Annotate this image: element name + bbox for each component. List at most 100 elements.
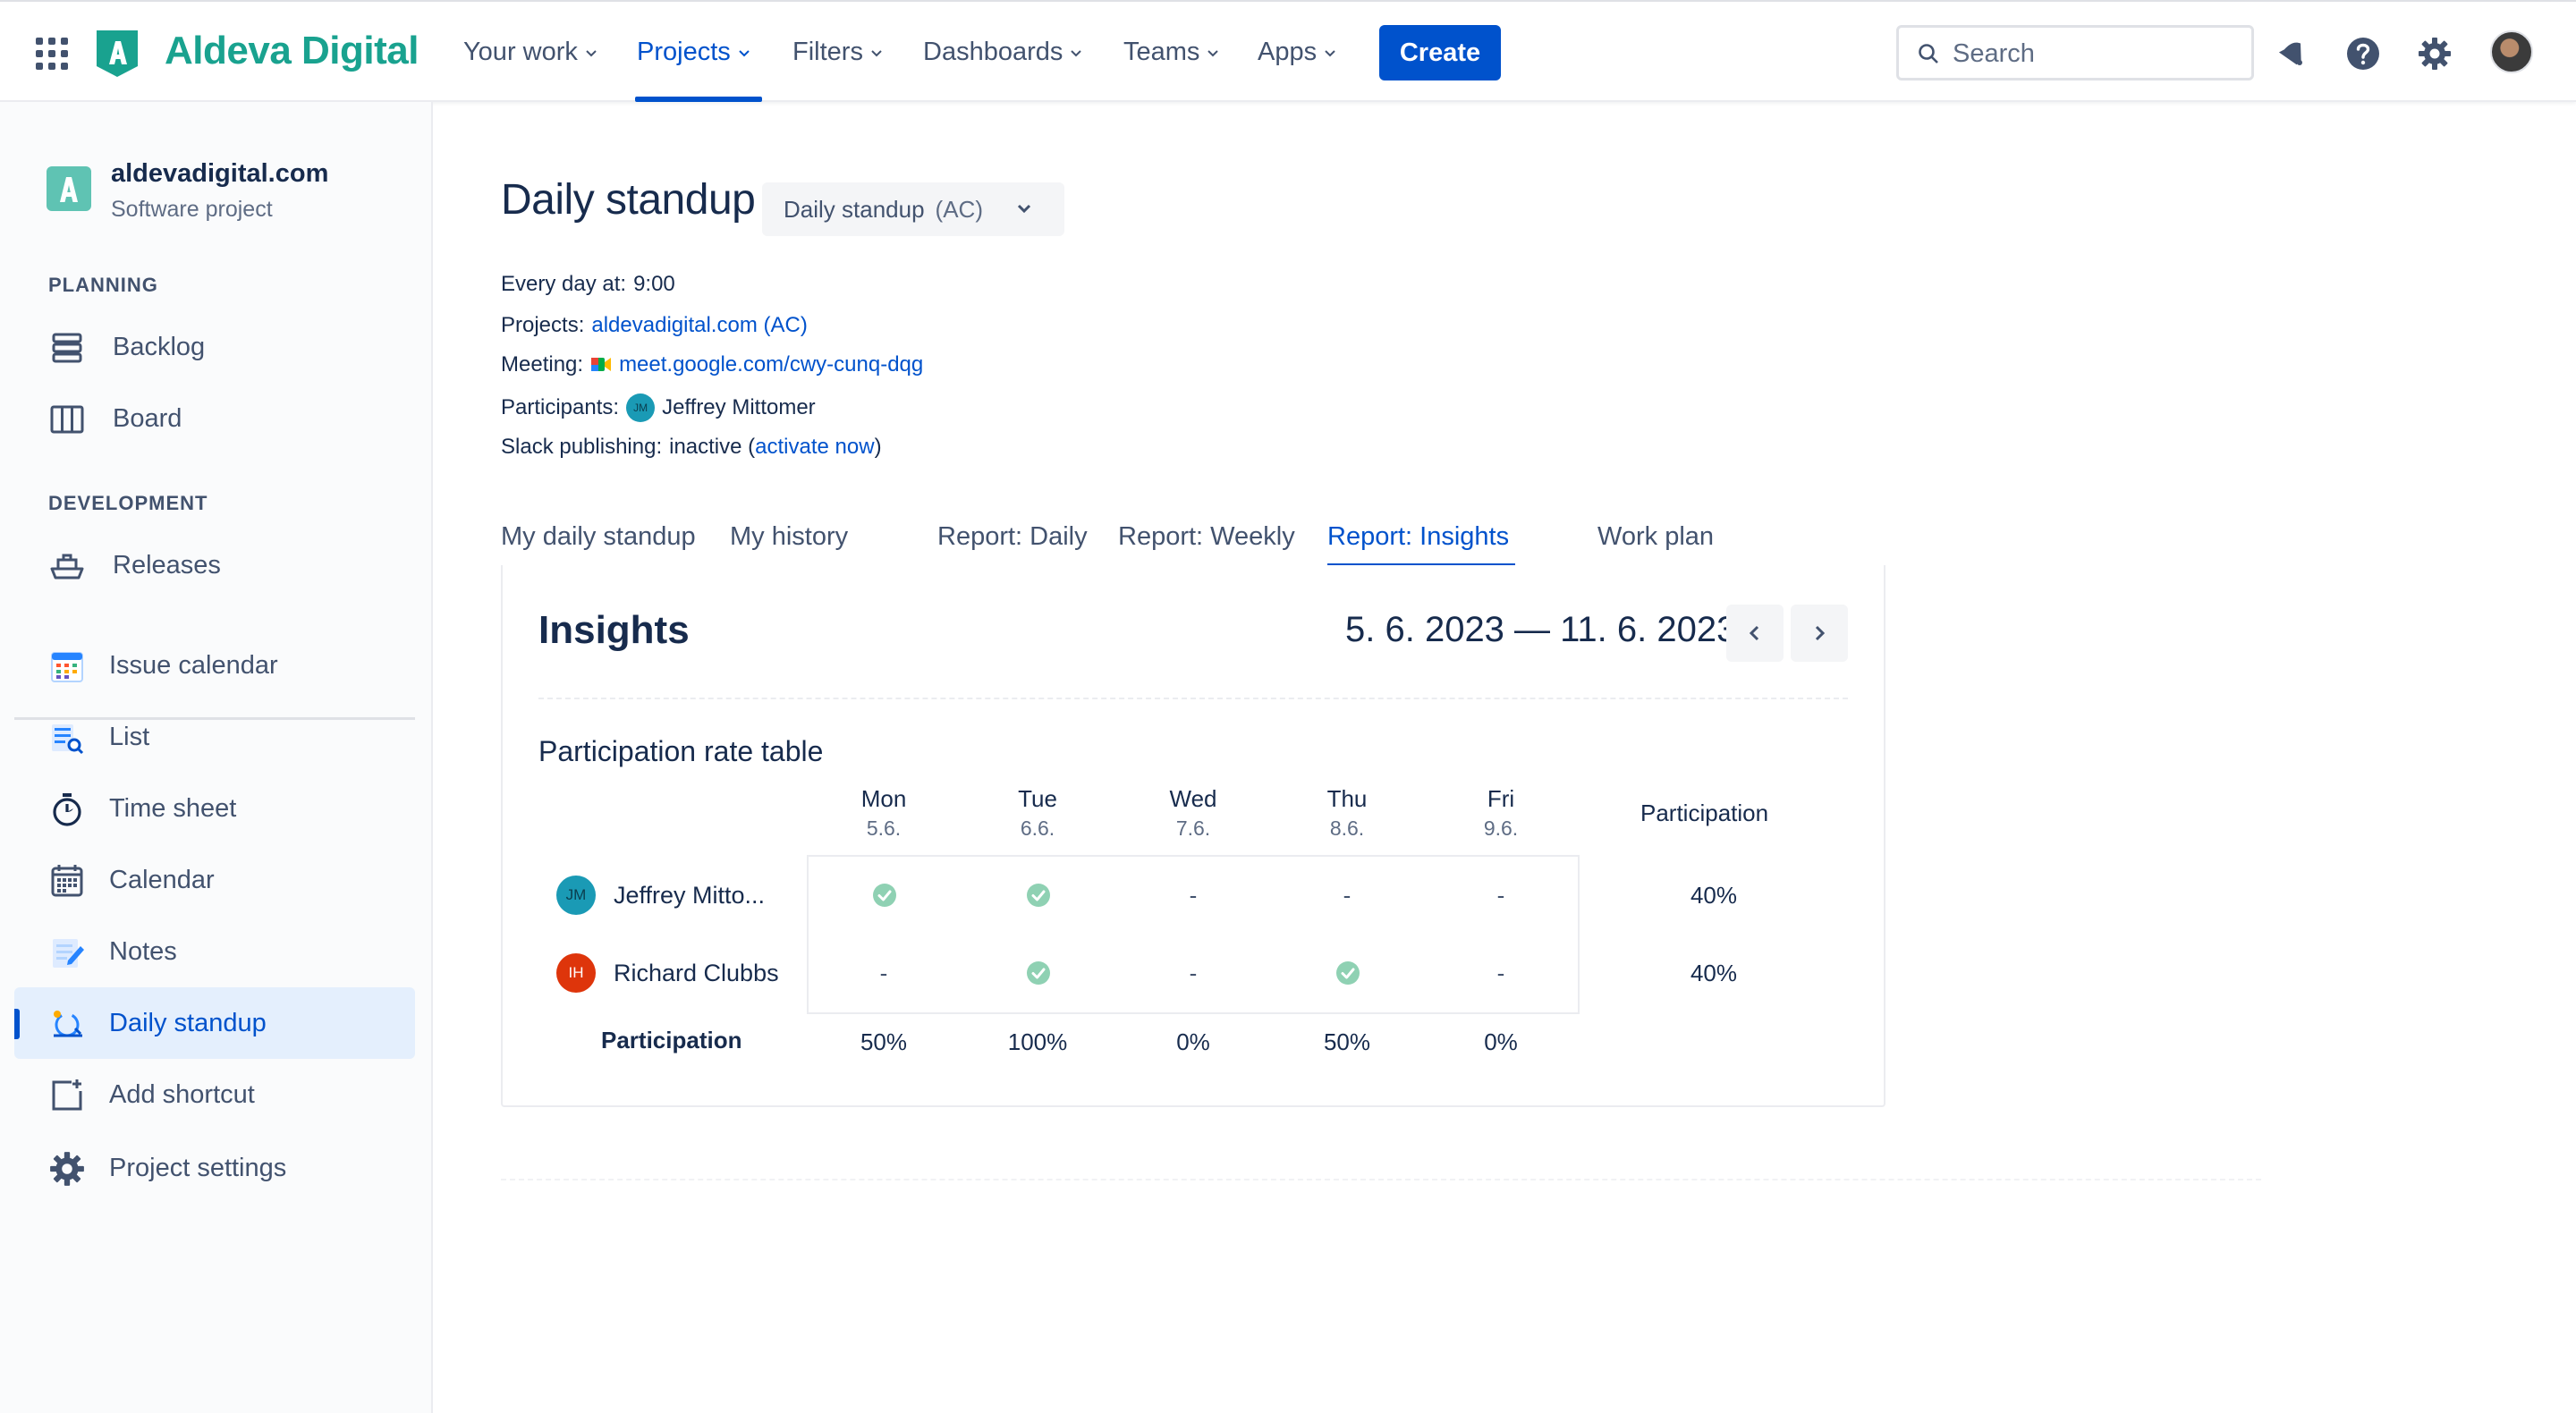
check-circle-icon — [1027, 961, 1050, 985]
projects-line: Projects: aldevadigital.com (AC) — [501, 313, 808, 338]
nav-projects[interactable]: Projects — [637, 38, 750, 67]
planning-heading: PLANNING — [48, 274, 158, 296]
sidebar-item-label: Add shortcut — [109, 1079, 255, 1109]
user-avatar[interactable] — [2490, 30, 2533, 73]
standup-icon — [54, 1011, 82, 1037]
project-avatar-icon[interactable] — [47, 166, 91, 211]
standup-selector[interactable]: Daily standup (AC) — [762, 182, 1064, 236]
slack-key: Slack publishing: — [501, 435, 663, 459]
board-icon — [50, 405, 84, 434]
help-icon[interactable] — [2345, 36, 2381, 72]
ship-icon — [50, 554, 84, 580]
day-participation-tue: 100% — [1007, 1028, 1068, 1055]
tab-my-daily-standup[interactable]: My daily standup — [501, 522, 696, 552]
sidebar-item-backlog[interactable]: Backlog — [14, 311, 415, 383]
projects-key: Projects: — [501, 313, 585, 337]
search-input[interactable] — [1953, 37, 2239, 71]
day-date: 8.6. — [1329, 816, 1365, 840]
nav-active-indicator — [635, 97, 762, 102]
chevron-right-icon — [1815, 625, 1826, 641]
search-icon — [1919, 44, 1938, 63]
day-name: Mon — [860, 785, 907, 812]
participant-avatar: JM — [626, 393, 656, 422]
sidebar-item-releases[interactable]: Releases — [14, 529, 415, 601]
day-participation-thu: 50% — [1323, 1028, 1371, 1055]
activate-slack-link[interactable]: activate now — [755, 435, 874, 460]
calendar-grid-icon — [51, 865, 83, 897]
next-week-button[interactable] — [1791, 605, 1848, 662]
stopwatch-icon — [53, 793, 81, 826]
app-switcher-icon[interactable] — [36, 38, 68, 70]
top-navigation: Aldeva Digital Your work Projects Filter… — [0, 0, 2576, 102]
sidebar-item-time-sheet[interactable]: Time sheet — [14, 773, 415, 844]
card-divider — [538, 698, 1848, 699]
check-circle-icon — [873, 884, 896, 907]
chevron-down-icon — [871, 49, 882, 56]
nav-teams[interactable]: Teams — [1123, 38, 1219, 67]
notifications-icon[interactable] — [2275, 36, 2311, 72]
sidebar-item-add-shortcut[interactable]: Add shortcut — [14, 1059, 415, 1130]
chevron-left-icon — [1749, 625, 1759, 641]
nav-your-work[interactable]: Your work — [463, 38, 597, 67]
sidebar-item-calendar[interactable]: Calendar — [14, 844, 415, 916]
cell-empty: - — [1189, 882, 1198, 909]
nav-apps[interactable]: Apps — [1258, 38, 1336, 67]
sidebar-item-board[interactable]: Board — [14, 383, 415, 454]
brand-logo-icon[interactable] — [93, 27, 141, 79]
google-meet-icon — [591, 358, 612, 371]
participant-row-name: Richard Clubbs — [614, 960, 779, 986]
tab-report-weekly[interactable]: Report: Weekly — [1118, 522, 1295, 552]
gear-icon — [50, 1152, 84, 1186]
standup-selector-code: (AC) — [935, 195, 983, 223]
day-date: 7.6. — [1175, 816, 1211, 840]
previous-week-button[interactable] — [1726, 605, 1784, 662]
cell-empty: - — [1496, 960, 1505, 986]
schedule-line: Every day at: 9:00 — [501, 272, 675, 297]
page-title: Daily standup — [501, 176, 756, 224]
chevron-down-icon — [1071, 49, 1082, 56]
backlog-icon — [52, 333, 82, 363]
tab-report-insights[interactable]: Report: Insights — [1327, 522, 1509, 552]
participation-grid — [807, 855, 1580, 1014]
project-link[interactable]: aldevadigital.com (AC) — [591, 313, 807, 338]
tab-work-plan[interactable]: Work plan — [1597, 522, 1714, 552]
day-participation-fri: 0% — [1484, 1028, 1518, 1055]
sidebar-item-label: Calendar — [109, 865, 215, 894]
nav-label: Projects — [637, 38, 731, 66]
create-button[interactable]: Create — [1379, 25, 1501, 80]
day-participation-mon: 50% — [860, 1028, 908, 1055]
participant-row-name: Jeffrey Mitto... — [614, 882, 766, 909]
sidebar-item-label: Backlog — [113, 332, 206, 361]
day-date: 5.6. — [866, 816, 902, 840]
chevron-down-icon — [739, 49, 750, 56]
nav-label: Your work — [463, 38, 578, 66]
brand-name[interactable]: Aldeva Digital — [165, 29, 419, 73]
schedule-value: 9:00 — [633, 272, 675, 296]
page-divider — [501, 1179, 2261, 1180]
nav-dashboards[interactable]: Dashboards — [923, 38, 1082, 67]
nav-filters[interactable]: Filters — [792, 38, 883, 67]
sidebar-item-notes[interactable]: Notes — [14, 916, 415, 987]
day-header-mon: Mon 5.6. — [821, 785, 946, 841]
sidebar-item-issue-calendar[interactable]: Issue calendar — [14, 630, 415, 701]
meeting-link[interactable]: meet.google.com/cwy-cunq-dqg — [619, 352, 923, 377]
notes-icon — [53, 939, 84, 968]
day-name: Wed — [1169, 785, 1217, 812]
sidebar-item-daily-standup[interactable]: Daily standup — [14, 987, 415, 1059]
tab-my-history[interactable]: My history — [730, 522, 848, 552]
participant-rate: 40% — [1690, 960, 1738, 986]
date-range: 5. 6. 2023 — 11. 6. 2023 — [1345, 610, 1737, 649]
sidebar-item-label: Time sheet — [109, 793, 237, 823]
day-name: Thu — [1326, 785, 1368, 812]
sidebar-item-project-settings[interactable]: Project settings — [14, 1132, 415, 1204]
project-type: Software project — [111, 197, 273, 222]
day-name: Fri — [1487, 785, 1515, 812]
settings-gear-icon[interactable] — [2417, 36, 2453, 72]
sidebar-item-label: Notes — [109, 936, 177, 966]
sidebar-item-list[interactable]: List — [14, 701, 415, 773]
tab-report-daily[interactable]: Report: Daily — [937, 522, 1088, 552]
day-name: Tue — [1018, 785, 1057, 812]
participant-rate: 40% — [1690, 882, 1738, 909]
calendar-color-icon — [51, 652, 83, 682]
sidebar-active-indicator — [14, 1009, 20, 1039]
